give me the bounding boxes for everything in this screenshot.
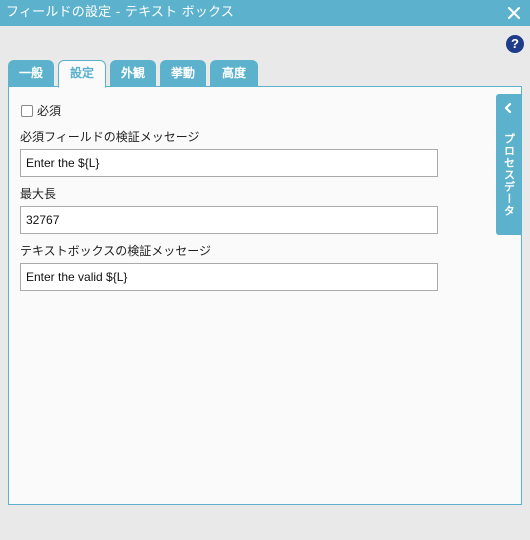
validation-message-input[interactable]: Enter the valid ${L} (20, 263, 438, 291)
chevron-left-icon (502, 102, 514, 114)
tab-general[interactable]: 一般 (8, 60, 54, 87)
max-length-label: 最大長 (20, 187, 57, 201)
required-message-input[interactable]: Enter the ${L} (20, 149, 438, 177)
tab-advanced[interactable]: 高度 (210, 60, 258, 87)
process-data-label: プロセスデータ (502, 133, 516, 217)
close-icon[interactable] (506, 5, 522, 21)
required-checkbox[interactable] (21, 105, 33, 117)
tab-settings[interactable]: 設定 (58, 60, 106, 88)
window-title: フィールドの設定 - テキスト ボックス (6, 5, 235, 20)
help-icon[interactable]: ? (506, 35, 524, 53)
tab-behavior[interactable]: 挙動 (160, 60, 206, 87)
max-length-input[interactable]: 32767 (20, 206, 438, 234)
tab-appearance[interactable]: 外観 (110, 60, 156, 87)
required-message-label: 必須フィールドの検証メッセージ (20, 130, 200, 144)
required-label: 必須 (37, 104, 62, 118)
process-data-toggle[interactable]: プロセスデータ (496, 94, 521, 235)
settings-panel: 必須 必須フィールドの検証メッセージ Enter the ${L} 最大長 32… (8, 86, 522, 505)
title-bar: フィールドの設定 - テキスト ボックス (0, 0, 530, 26)
validation-message-label: テキストボックスの検証メッセージ (20, 244, 212, 258)
